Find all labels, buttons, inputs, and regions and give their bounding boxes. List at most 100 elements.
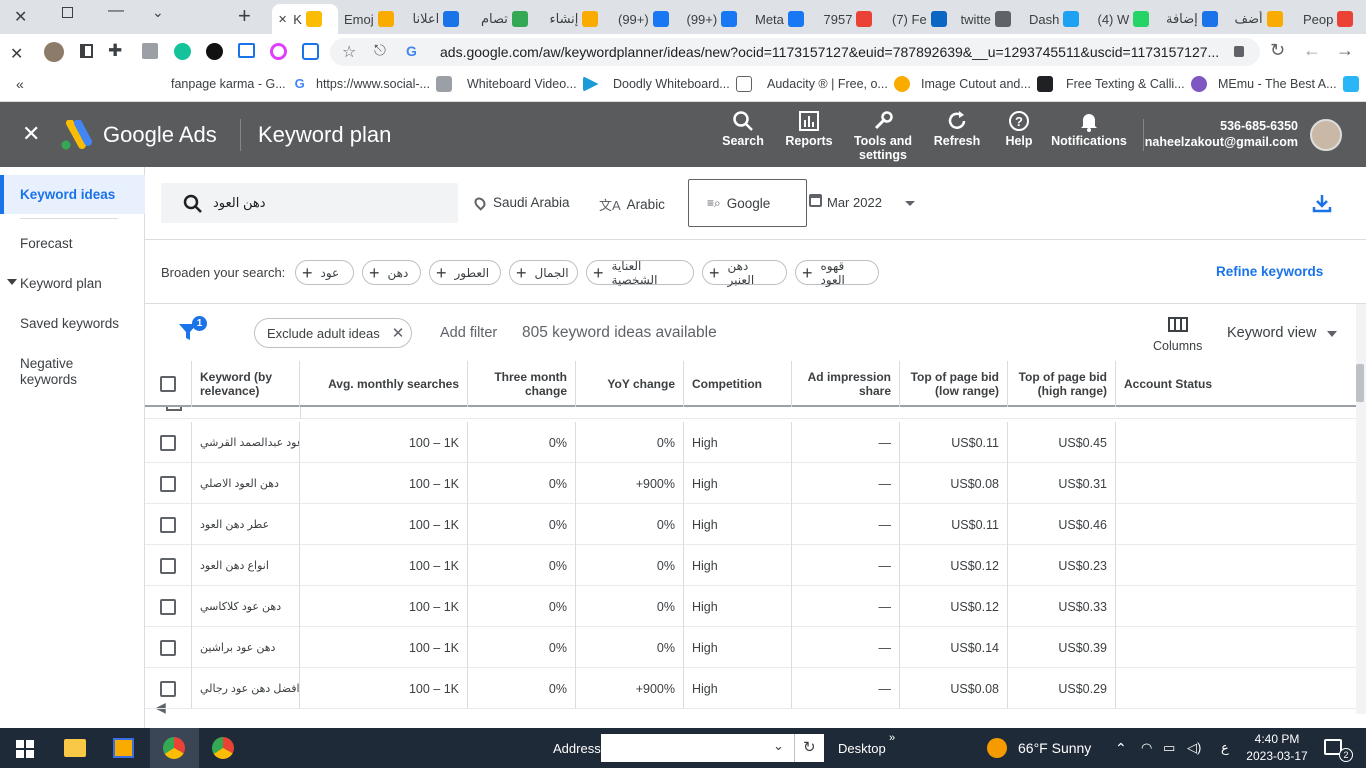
address-go-icon[interactable]: ↻	[803, 738, 816, 756]
bookmark-item[interactable]: Audacity ® | Free, o...	[767, 76, 910, 92]
broaden-chip[interactable]: + عود	[295, 260, 354, 285]
row-checkbox[interactable]	[160, 516, 176, 533]
tray-chevron-icon[interactable]: ⌃	[1115, 728, 1127, 768]
column-header-yoy[interactable]: YoY change	[576, 361, 684, 407]
new-tab-icon[interactable]: +	[238, 3, 251, 29]
keyword-cell[interactable]: دهن عود براشين	[192, 627, 300, 668]
browser-tab[interactable]: Dash	[1023, 4, 1091, 34]
broaden-chip[interactable]: + الجمال	[509, 260, 578, 285]
weather-text[interactable]: 66°F Sunny	[1018, 728, 1091, 768]
columns-icon[interactable]	[1168, 317, 1188, 332]
row-checkbox[interactable]	[160, 557, 176, 574]
keyword-cell[interactable]: انواع دهن العود	[192, 545, 300, 586]
row-checkbox[interactable]	[160, 680, 176, 697]
keyword-cell[interactable]: دهن عود عبدالصمد القرشي	[192, 422, 300, 463]
location-selector[interactable]: Saudi Arabia	[472, 194, 570, 211]
broaden-chip[interactable]: + العطور	[429, 260, 501, 285]
lock-icon[interactable]	[1234, 46, 1244, 57]
bookmark-item[interactable]: Free Texting & Calli...	[1066, 76, 1207, 92]
store-icon[interactable]	[113, 738, 134, 758]
toolbar-expand-icon[interactable]: »	[889, 732, 895, 744]
clock-time[interactable]: 4:40 PM	[1248, 732, 1306, 746]
network-selector[interactable]: ≡⌕ Google	[688, 179, 807, 227]
notifications-button[interactable]: Notifications	[1050, 110, 1128, 148]
table-row[interactable]: افضل دهن عود رجالي 100 – 1K 0% +900% High — US…	[145, 668, 1356, 709]
column-header-bid-low[interactable]: Top of page bid (low range)	[900, 361, 1008, 407]
keyword-cell[interactable]: دهن عود كلاكاسي	[192, 586, 300, 627]
extension-dark-icon[interactable]	[206, 43, 223, 60]
chrome-icon[interactable]	[163, 737, 185, 759]
browser-tab[interactable]: 7957	[818, 4, 886, 34]
chrome-profile-icon[interactable]	[212, 737, 234, 759]
reports-button[interactable]: Reports	[785, 110, 833, 148]
bookmarks-overflow-icon[interactable]: «	[16, 76, 24, 92]
keyword-view-selector[interactable]: Keyword view	[1227, 325, 1316, 341]
extension-image-icon[interactable]	[142, 43, 158, 59]
file-explorer-icon[interactable]	[64, 739, 86, 757]
browser-tab[interactable]: تصام	[475, 4, 543, 34]
bookmark-item[interactable]: MEmu - The Best A...	[1218, 76, 1359, 92]
vertical-scrollbar-thumb[interactable]	[1356, 364, 1364, 402]
address-dropdown-icon[interactable]: ⌄	[773, 738, 784, 754]
download-icon[interactable]	[1312, 193, 1332, 213]
close-icon[interactable]: ✕	[10, 44, 23, 64]
browser-tab[interactable]: إضافة	[1160, 4, 1228, 34]
browser-tab[interactable]: (99+)	[612, 4, 680, 34]
keyword-cell[interactable]: افضل دهن عود رجالي	[192, 668, 300, 709]
omnibox[interactable]: ☆ ⎋ G ads.google.com/aw/keywordplanner/i…	[330, 38, 1260, 66]
table-row[interactable]: عطر دهن العود 100 – 1K 0% 0% High — US$0.11 US$…	[145, 504, 1356, 545]
sidebar-item-keyword-plan[interactable]: Keyword plan	[20, 276, 102, 291]
account-email[interactable]: naheelzakout@gmail.com	[1145, 135, 1298, 149]
row-checkbox[interactable]	[160, 639, 176, 656]
browser-tab[interactable]: (99+)	[681, 4, 749, 34]
help-button[interactable]: ? Help	[1000, 110, 1038, 148]
grammarly-icon[interactable]	[174, 43, 191, 60]
browser-tab[interactable]: (4) W	[1092, 4, 1160, 34]
search-button[interactable]: Search	[722, 110, 764, 148]
sidebar-item-forecast[interactable]: Forecast	[20, 236, 73, 251]
close-planner-icon[interactable]: ✕	[22, 121, 40, 147]
table-row[interactable]: دهن عود عبدالصمد القرشي100 – 1K0%0%High—…	[145, 422, 1356, 463]
broaden-chip[interactable]: + العناية الشخصية	[586, 259, 694, 287]
sidebar-item-negative-keywords[interactable]: Negative keywords	[20, 356, 120, 388]
browser-tab[interactable]: Meta	[749, 4, 817, 34]
calendar-icon[interactable]	[809, 194, 822, 207]
column-header-keyword[interactable]: Keyword (by relevance)	[192, 361, 300, 407]
bookmark-item[interactable]: Whiteboard Video...	[467, 76, 599, 92]
column-header-bid-high[interactable]: Top of page bid (high range)	[1008, 361, 1116, 407]
select-all-checkbox[interactable]	[160, 376, 176, 392]
add-filter-button[interactable]: Add filter	[440, 325, 497, 341]
row-checkbox[interactable]	[160, 598, 176, 615]
browser-tab[interactable]: اعلانا	[407, 4, 475, 34]
keyword-cell[interactable]: دهن العود الاصلي	[192, 463, 300, 504]
volume-icon[interactable]: ◁)	[1187, 728, 1201, 768]
browser-tab[interactable]: ✕ K	[272, 4, 338, 34]
date-dropdown-icon[interactable]	[905, 201, 915, 206]
close-tab-icon[interactable]: ✕	[278, 13, 287, 26]
taskbar-address-input[interactable]: ⌄ ↻	[601, 734, 824, 762]
extension-cast-icon[interactable]	[302, 43, 319, 60]
url-text[interactable]: ads.google.com/aw/keywordplanner/ideas/n…	[440, 44, 1219, 60]
share-icon[interactable]: ⎋	[374, 42, 386, 59]
bookmark-item[interactable]: fanpage karma - G... G	[171, 76, 308, 92]
browser-tab[interactable]: (7) Fe	[886, 4, 954, 34]
account-id[interactable]: 536-685-6350	[1220, 119, 1298, 133]
keyword-search-box[interactable]: دهن العود	[161, 183, 458, 223]
table-row[interactable]: دهن العود الاصلي 100 – 1K 0% +900% High — US$0…	[145, 463, 1356, 504]
broaden-chip[interactable]: + دهن العنبر	[702, 259, 787, 287]
browser-tab[interactable]: إنشاء	[544, 4, 612, 34]
columns-label[interactable]: Columns	[1153, 339, 1202, 353]
view-dropdown-icon[interactable]	[1327, 331, 1337, 337]
extension-screen-icon[interactable]	[238, 43, 255, 58]
forward-arrow-icon[interactable]: ←	[1303, 40, 1321, 61]
account-avatar[interactable]	[1310, 119, 1342, 151]
close-window-icon[interactable]: ✕	[14, 7, 27, 27]
wifi-icon[interactable]: ◠	[1141, 728, 1152, 768]
sidebar-item-keyword-ideas[interactable]: Keyword ideas	[20, 187, 115, 202]
clock-date[interactable]: 2023-03-17	[1246, 749, 1308, 763]
browser-tab[interactable]: أضف	[1229, 4, 1297, 34]
bookmark-star-icon[interactable]: ☆	[342, 42, 356, 62]
weather-sun-icon[interactable]	[987, 738, 1007, 758]
restore-window-icon[interactable]	[62, 7, 73, 18]
keyword-cell[interactable]: عطر دهن العود	[192, 504, 300, 545]
